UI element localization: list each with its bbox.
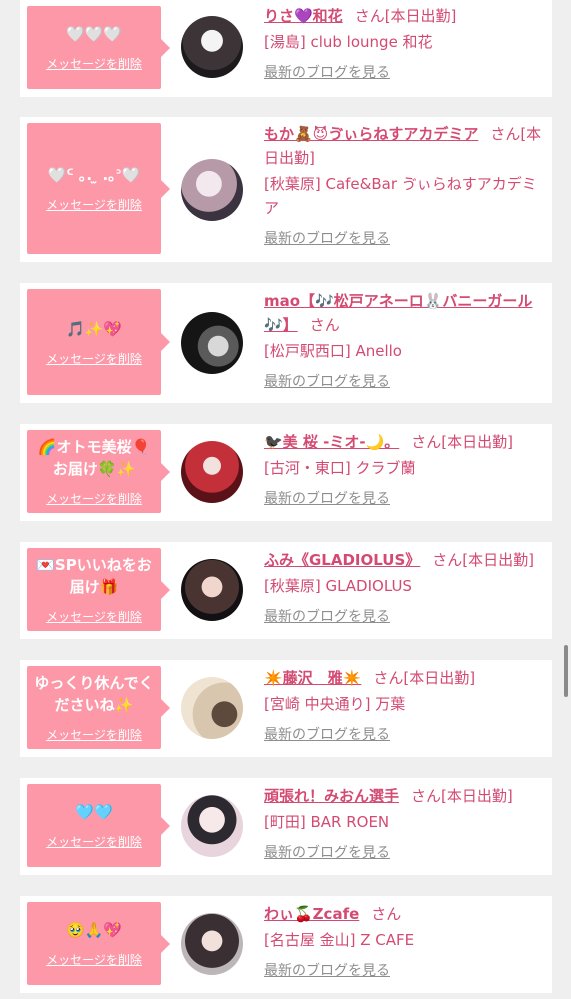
name-line: もか🧸😈ゔぃらねすアカデミア さん[本日出勤] [264,122,544,170]
message-bubble: ゆっくり休んでくださいね✨ メッセージを削除 [27,666,170,749]
shop-info: [秋葉原] Cafe&Bar ゔぃらねすアカデミア [264,175,537,217]
message-text: 🤍ᑦ ｡. ̫ .｡ᐣ🤍 [47,166,141,184]
avatar[interactable] [181,441,243,503]
latest-blog-link[interactable]: 最新のブログを見る [264,724,390,744]
honorific-status: さん[本日出勤] [354,7,457,25]
name-line: ✴️藤沢 雅✴️ さん[本日出勤] [264,666,544,690]
message-bubble: 🥹🙏💖 メッセージを削除 [27,902,170,985]
list-item: 💌SPいいねをお届け🎁 メッセージを削除 ふみ《GLADIOLUS》 さん[本日出… [20,542,552,639]
cast-name-link[interactable]: ✴️藤沢 雅✴️ [264,669,361,687]
shop-info: [古河・東口] クラブ蘭 [264,459,416,477]
message-bubble: 🌈オトモ美桜🎈お届け🍀✨ メッセージを削除 [27,430,170,513]
shop-info: [町田] BAR ROEN [264,813,390,831]
delete-message-link[interactable]: メッセージを削除 [46,833,142,850]
name-line: わぃ🍒Zcafe さん [264,902,544,926]
latest-blog-link[interactable]: 最新のブログを見る [264,842,390,862]
message-text: 🤍🤍🤍 [65,25,123,43]
scrollbar[interactable] [564,645,568,697]
name-line: 🐦‍⬛美 桜 -ミオ-🌙。 さん[本日出勤] [264,430,544,454]
message-text: 💌SPいいねをお届け🎁 [36,556,152,596]
honorific-status: さん[本日出勤] [411,787,513,805]
honorific-status: さん[本日出勤] [373,669,476,687]
avatar[interactable] [181,159,243,221]
name-line: ふみ《GLADIOLUS》 さん[本日出勤] [264,548,544,572]
message-bubble: 🩵🩵 メッセージを削除 [27,784,170,867]
list-item: 🤍ᑦ ｡. ̫ .｡ᐣ🤍 メッセージを削除 もか🧸😈ゔぃらねすアカデミア さん[本… [20,117,552,262]
shop-info: [秋葉原] GLADIOLUS [264,577,412,595]
list-item: 🤍🤍🤍 メッセージを削除 りさ💜和花 さん[本日出勤] [湯島] club lou… [20,0,552,97]
honorific-status: さん [371,905,402,923]
cast-info: ✴️藤沢 雅✴️ さん[本日出勤] [宮崎 中央通り] 万葉 最新のブログを見る [264,666,544,744]
avatar[interactable] [181,677,243,739]
list-item: 🎵✨💖 メッセージを削除 mao【🎶松戸アネーロ🐰バニーガール🎶】 さん [松戸駅… [20,283,552,403]
latest-blog-link[interactable]: 最新のブログを見る [264,371,390,391]
cast-info: ふみ《GLADIOLUS》 さん[本日出勤] [秋葉原] GLADIOLUS 最新… [264,548,544,626]
latest-blog-link[interactable]: 最新のブログを見る [264,488,390,508]
latest-blog-link[interactable]: 最新のブログを見る [264,228,390,248]
delete-message-link[interactable]: メッセージを削除 [46,726,142,743]
message-bubble: 🎵✨💖 メッセージを削除 [27,289,170,395]
delete-message-link[interactable]: メッセージを削除 [46,490,142,507]
delete-message-link[interactable]: メッセージを削除 [46,951,142,968]
delete-message-link[interactable]: メッセージを削除 [46,608,142,625]
cast-info: もか🧸😈ゔぃらねすアカデミア さん[本日出勤] [秋葉原] Cafe&Bar ゔぃ… [264,122,544,248]
delete-message-link[interactable]: メッセージを削除 [46,196,142,213]
honorific-status: さん [309,316,340,334]
honorific-status: さん[本日出勤] [432,551,534,569]
message-bubble: 🤍🤍🤍 メッセージを削除 [27,6,170,89]
list-item: 🩵🩵 メッセージを削除 頑張れ！みおん選手 さん[本日出勤] [町田] BAR R… [20,778,552,875]
latest-blog-link[interactable]: 最新のブログを見る [264,62,390,82]
avatar[interactable] [181,559,243,621]
message-text: 🌈オトモ美桜🎈お届け🍀✨ [37,438,151,478]
cast-info: 頑張れ！みおん選手 さん[本日出勤] [町田] BAR ROEN 最新のブログを見… [264,784,544,862]
message-text: ゆっくり休んでくださいね✨ [34,674,154,714]
message-bubble: 💌SPいいねをお届け🎁 メッセージを削除 [27,548,170,631]
cast-name-link[interactable]: わぃ🍒Zcafe [264,905,359,923]
name-line: mao【🎶松戸アネーロ🐰バニーガール🎶】 さん [264,289,544,337]
latest-blog-link[interactable]: 最新のブログを見る [264,960,390,980]
avatar[interactable] [181,16,243,78]
cast-info: 🐦‍⬛美 桜 -ミオ-🌙。 さん[本日出勤] [古河・東口] クラブ蘭 最新のブロ… [264,430,544,508]
cast-name-link[interactable]: 頑張れ！みおん選手 [264,787,399,805]
honorific-status: さん[本日出勤] [411,433,513,451]
cast-name-link[interactable]: mao【🎶松戸アネーロ🐰バニーガール🎶】 [264,292,532,334]
message-text: 🎵✨💖 [65,319,123,338]
avatar[interactable] [181,795,243,857]
list-item: ゆっくり休んでくださいね✨ メッセージを削除 ✴️藤沢 雅✴️ さん[本日出勤] … [20,660,552,757]
cast-info: わぃ🍒Zcafe さん [名古屋 金山] Z CAFE 最新のブログを見る [264,902,544,980]
cast-info: mao【🎶松戸アネーロ🐰バニーガール🎶】 さん [松戸駅西口] Anello 最新… [264,289,544,391]
shop-info: [宮崎 中央通り] 万葉 [264,695,406,713]
delete-message-link[interactable]: メッセージを削除 [46,55,142,72]
message-text: 🩵🩵 [75,803,113,821]
latest-blog-link[interactable]: 最新のブログを見る [264,606,390,626]
shop-info: [湯島] club lounge 和花 [264,33,433,51]
list-item: 🌈オトモ美桜🎈お届け🍀✨ メッセージを削除 🐦‍⬛美 桜 -ミオ-🌙。 さん[本日… [20,424,552,521]
message-bubble: 🤍ᑦ ｡. ̫ .｡ᐣ🤍 メッセージを削除 [27,123,170,254]
avatar[interactable] [181,312,243,374]
cast-info: りさ💜和花 さん[本日出勤] [湯島] club lounge 和花 最新のブログ… [264,4,544,82]
cast-name-link[interactable]: もか🧸😈ゔぃらねすアカデミア [264,125,478,143]
avatar[interactable] [181,913,243,975]
message-text: 🥹🙏💖 [65,921,123,939]
delete-message-link[interactable]: メッセージを削除 [46,350,142,367]
list-item: 🥹🙏💖 メッセージを削除 わぃ🍒Zcafe さん [名古屋 金山] Z CAFE … [20,896,552,993]
cast-name-link[interactable]: ふみ《GLADIOLUS》 [264,551,420,569]
cast-name-link[interactable]: りさ💜和花 [264,7,343,25]
name-line: 頑張れ！みおん選手 さん[本日出勤] [264,784,544,808]
shop-info: [名古屋 金山] Z CAFE [264,931,415,949]
cast-name-link[interactable]: 🐦‍⬛美 桜 -ミオ-🌙。 [264,433,399,451]
name-line: りさ💜和花 さん[本日出勤] [264,4,544,28]
shop-info: [松戸駅西口] Anello [264,342,402,360]
